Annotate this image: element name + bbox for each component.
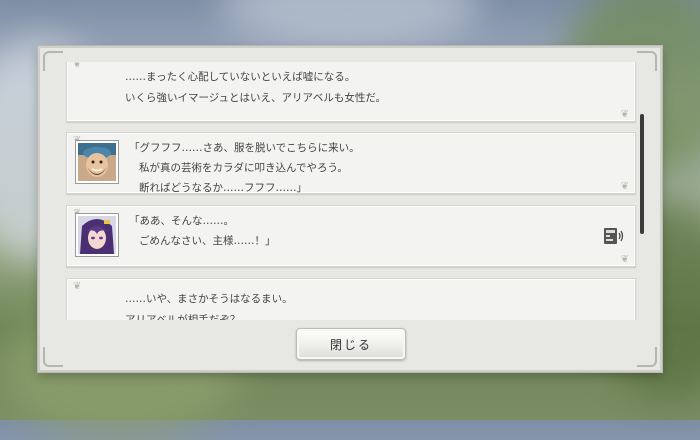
corner-ornament [43, 51, 63, 71]
entry-text-line: 断ればどうなるか……フフフ……」 [139, 182, 307, 194]
log-entry-narration: ❦ ……いや、まさかそうはなるまい。 アリアベルが相手だぞ？ [66, 278, 636, 320]
flourish-icon: ❦ [73, 62, 82, 70]
corner-ornament [637, 347, 657, 367]
flourish-icon: ❦ [620, 109, 629, 120]
bearded-man-portrait [76, 141, 118, 183]
flourish-icon: ❦ [73, 281, 82, 292]
scrollbar-thumb[interactable] [640, 114, 644, 234]
close-button[interactable]: 閉じる [296, 328, 406, 360]
entry-text-line: ……いや、まさかそうはなるまい。 [125, 293, 293, 305]
backlog-panel: ❦ ❦ ……まったく心配していないといえば嘘になる。 いくら強いイマージュとはい… [38, 46, 662, 372]
log-entry-dialogue[interactable]: ❦ ❦ 「ああ、そんな……。 ごめんなさい、主様……！」 [66, 205, 636, 267]
entry-text-line: ごめんなさい、主様……！」 [139, 235, 276, 247]
log-entry-narration: ❦ ❦ ……まったく心配していないといえば嘘になる。 いくら強いイマージュとはい… [66, 62, 636, 122]
corner-ornament [43, 347, 63, 367]
entry-text-line: いくら強いイマージュとはいえ、アリアベルも女性だ。 [125, 92, 387, 104]
flourish-icon: ❦ [620, 181, 629, 192]
entry-text-line: アリアベルが相手だぞ？ [125, 314, 241, 320]
flourish-icon: ❦ [620, 254, 629, 265]
purple-haired-woman-portrait [76, 214, 118, 256]
entry-text-line: 「グフフフ……さあ、服を脱いでこちらに来い。 [129, 142, 360, 154]
voice-replay-icon[interactable] [603, 226, 625, 246]
log-entry-dialogue[interactable]: ❦ ❦ 「グフフフ……さあ、服を脱いでこちらに来い。 私が真の芸術をカラダに叩き… [66, 132, 636, 194]
entry-text-line: 私が真の芸術をカラダに叩き込んでやろう。 [139, 162, 348, 174]
backlog-scroll-area[interactable]: ❦ ❦ ……まったく心配していないといえば嘘になる。 いくら強いイマージュとはい… [66, 62, 638, 320]
entry-text-line: 「ああ、そんな……。 [129, 215, 234, 227]
entry-text-line: ……まったく心配していないといえば嘘になる。 [125, 71, 356, 83]
